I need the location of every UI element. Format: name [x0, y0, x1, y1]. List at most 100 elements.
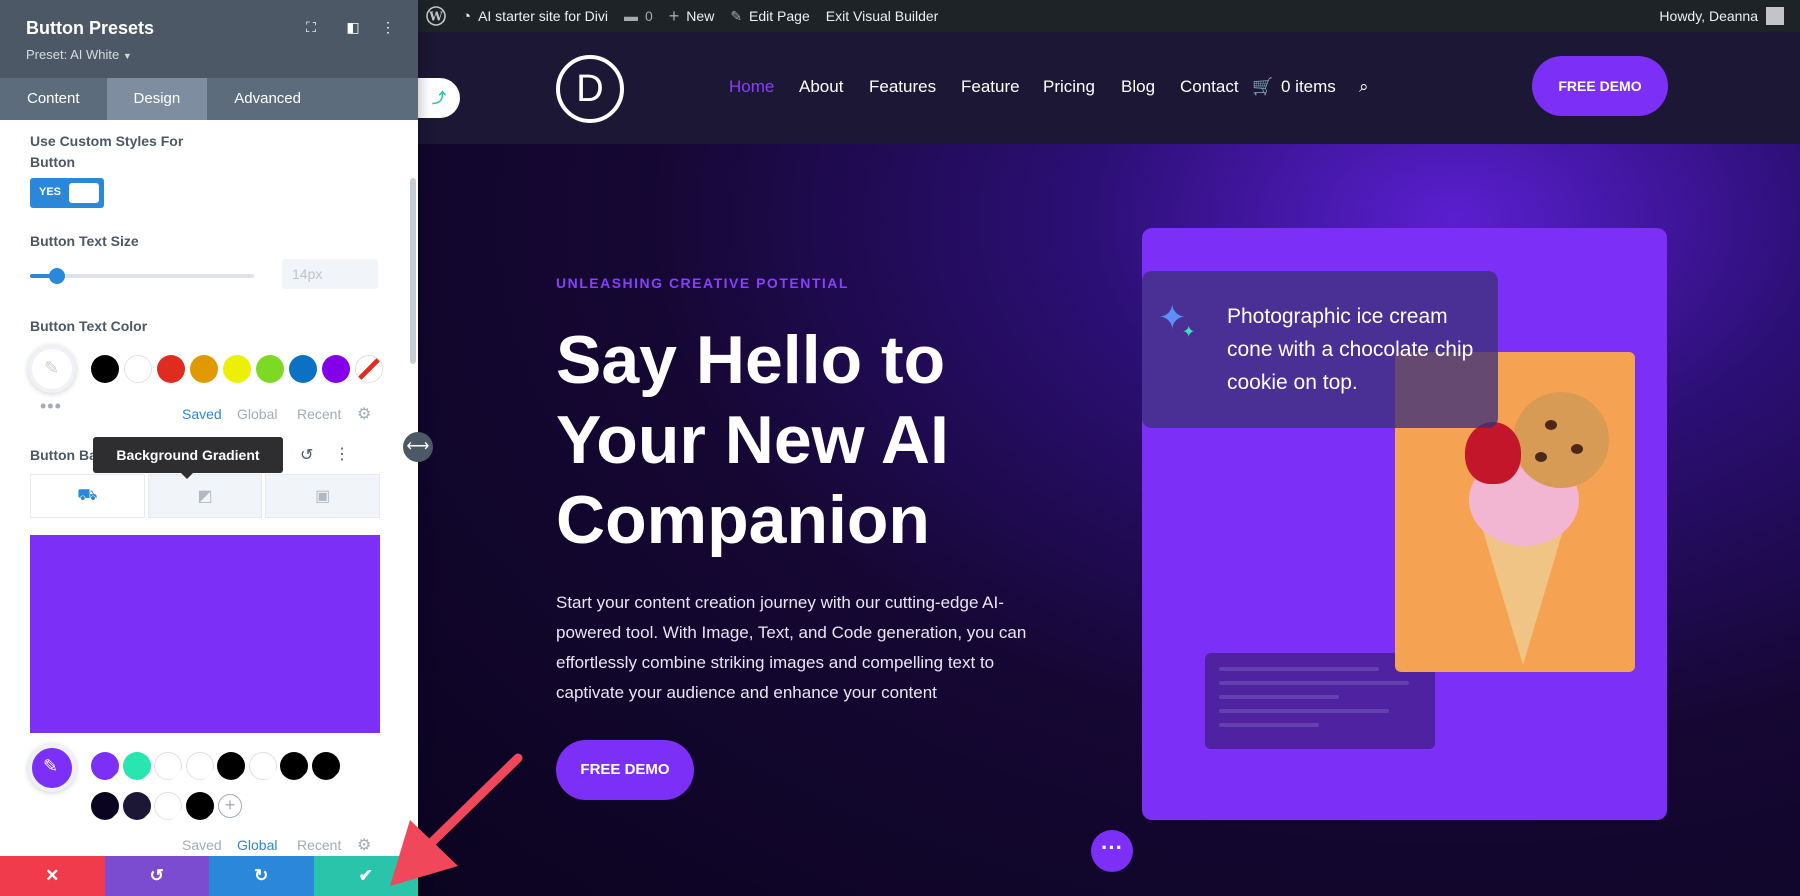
caret-down-icon: ▼ — [122, 51, 132, 61]
color-swatch[interactable] — [256, 355, 284, 383]
text-color-picker[interactable]: ✎ — [28, 345, 76, 393]
nav-home[interactable]: Home — [729, 77, 774, 97]
text-size-label: Button Text Size — [30, 233, 139, 249]
tab-content[interactable]: Content — [0, 78, 107, 120]
background-color-picker[interactable]: ✎ — [28, 744, 76, 792]
color-swatch[interactable] — [223, 355, 251, 383]
free-demo-header-button[interactable]: FREE DEMO — [1532, 56, 1668, 116]
plus-icon: + — [668, 5, 680, 26]
module-settings-tab[interactable]: ⤴ — [418, 78, 460, 118]
color-swatch[interactable] — [322, 355, 350, 383]
gradient-swatch[interactable] — [91, 792, 119, 820]
undo-button[interactable]: ↺ — [104, 856, 209, 896]
gradient-swatch[interactable] — [91, 752, 119, 780]
dashboard-icon: ◔ — [462, 7, 472, 25]
wordpress-logo-icon[interactable]: W — [418, 0, 454, 32]
site-logo[interactable]: D — [556, 55, 624, 123]
tab-advanced[interactable]: Advanced — [207, 78, 328, 120]
image-icon[interactable]: ▣ — [265, 474, 381, 518]
panel-resize-handle[interactable]: ⟷ — [403, 432, 433, 462]
nav-blog[interactable]: Blog — [1121, 77, 1155, 97]
free-demo-hero-button[interactable]: FREE DEMO — [556, 740, 694, 800]
expand-icon[interactable]: ⛶ — [302, 18, 320, 36]
pencil-icon: ✎ — [730, 7, 743, 24]
admin-bar-new[interactable]: + New — [661, 0, 723, 32]
color-tab-saved[interactable]: Saved — [182, 406, 222, 422]
gradient-swatch[interactable] — [185, 792, 214, 820]
color-swatch[interactable] — [157, 355, 185, 383]
search-icon[interactable]: ⌕ — [1359, 77, 1369, 97]
gradient-swatch[interactable] — [154, 792, 182, 820]
toggle-yes-label: YES — [39, 186, 62, 198]
redo-icon: ↻ — [254, 866, 269, 885]
nav-features[interactable]: Features — [869, 77, 936, 97]
color-swatch[interactable] — [124, 355, 152, 383]
slider-handle[interactable] — [48, 268, 65, 284]
admin-bar-account[interactable]: Howdy, Deanna — [1659, 7, 1800, 25]
eyedropper-icon: ✎ — [43, 756, 59, 776]
options-icon[interactable]: ⋮ — [334, 444, 350, 464]
gear-icon[interactable]: ⚙ — [357, 404, 371, 424]
nav-about[interactable]: About — [799, 77, 843, 97]
no-color-swatch[interactable] — [355, 355, 383, 383]
new-label: New — [686, 8, 715, 24]
gradient-swatch[interactable] — [122, 792, 151, 820]
color-swatch[interactable] — [190, 355, 218, 383]
custom-styles-toggle[interactable]: YES — [30, 178, 104, 208]
save-button[interactable]: ✔ — [313, 856, 418, 896]
gradient-swatch[interactable] — [280, 752, 308, 780]
paint-bucket-icon[interactable]: ⛟ — [30, 474, 145, 518]
comment-count: 0 — [644, 8, 653, 24]
color-swatch[interactable] — [289, 355, 317, 383]
color-tab-saved-2[interactable]: Saved — [182, 837, 222, 853]
gradient-swatch[interactable] — [185, 752, 214, 780]
text-size-slider[interactable] — [30, 268, 254, 284]
kebab-menu-icon[interactable]: ⋮ — [379, 18, 397, 36]
nav-feature[interactable]: Feature — [961, 77, 1020, 97]
more-options-button[interactable]: ··· — [1091, 830, 1133, 872]
comment-icon: ▬ — [623, 8, 638, 24]
avatar — [1766, 7, 1784, 25]
gradient-swatch[interactable] — [311, 752, 340, 780]
sidebar-icon[interactable]: ◧ — [344, 18, 362, 36]
admin-bar-site[interactable]: ◔ AI starter site for Divi — [454, 0, 616, 32]
background-color-preview[interactable] — [30, 535, 380, 733]
color-tab-recent[interactable]: Recent — [297, 406, 341, 422]
text-size-input[interactable] — [282, 259, 378, 289]
preset-selector[interactable]: Preset: AI White ▼ — [26, 47, 418, 62]
color-swatch[interactable] — [91, 355, 119, 383]
admin-bar-comments[interactable]: ▬ 0 — [616, 0, 661, 32]
panel-tabs: Content Design Advanced — [0, 78, 418, 120]
cart-icon[interactable]: 🛒 — [1252, 77, 1273, 97]
gradient-icon[interactable]: ◩ — [147, 474, 263, 518]
more-colors-icon[interactable]: ••• — [40, 396, 62, 417]
gradient-swatch[interactable] — [217, 752, 245, 780]
tab-design[interactable]: Design — [106, 78, 208, 120]
check-icon: ✔ — [358, 866, 373, 885]
preset-label: Preset: AI White — [26, 47, 120, 62]
color-tab-recent-2[interactable]: Recent — [297, 837, 341, 853]
nav-pricing[interactable]: Pricing — [1043, 77, 1095, 97]
add-color-icon[interactable]: + — [218, 794, 242, 818]
redo-button[interactable]: ↻ — [209, 856, 314, 896]
panel-scrollbar[interactable] — [410, 178, 416, 364]
gradient-swatch[interactable] — [122, 752, 151, 780]
color-tab-global[interactable]: Global — [237, 406, 277, 422]
admin-bar-edit-page[interactable]: ✎ Edit Page — [722, 0, 817, 32]
edit-page-label: Edit Page — [749, 8, 810, 24]
greeting: Howdy, Deanna — [1659, 8, 1758, 24]
ai-prompt-text: Photographic ice cream cone with a choco… — [1227, 305, 1474, 394]
gradient-swatch[interactable] — [154, 752, 182, 780]
undo-icon: ↺ — [149, 866, 164, 885]
close-icon: ✕ — [45, 866, 60, 885]
cancel-button[interactable]: ✕ — [0, 856, 105, 896]
nav-contact[interactable]: Contact — [1180, 77, 1239, 97]
admin-bar-exit-builder[interactable]: Exit Visual Builder — [818, 0, 947, 32]
color-tab-global-2[interactable]: Global — [237, 837, 277, 853]
eyedropper-icon: ✎ — [44, 358, 60, 378]
background-type-tabs: ⛟ ◩ ▣ — [30, 474, 381, 518]
reset-icon[interactable]: ↺ — [300, 445, 313, 465]
gradient-swatch[interactable] — [248, 752, 277, 780]
gear-icon-2[interactable]: ⚙ — [357, 835, 371, 855]
cart-count[interactable]: 0 items — [1281, 77, 1336, 97]
